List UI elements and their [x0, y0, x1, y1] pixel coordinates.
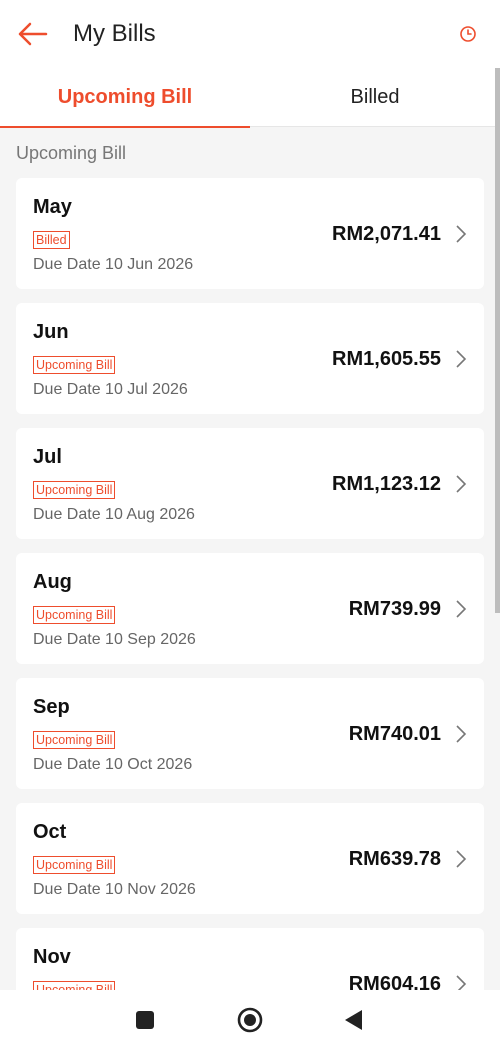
- bill-card[interactable]: Jul Upcoming Bill Due Date 10 Aug 2026 R…: [16, 428, 484, 539]
- page-title: My Bills: [73, 20, 156, 47]
- bill-amount: RM1,605.55: [332, 348, 441, 370]
- chevron-right-icon: [456, 850, 467, 868]
- due-date: Due Date 10 Sep 2026: [33, 631, 196, 648]
- bill-month: Nov: [33, 946, 71, 968]
- status-badge: Upcoming Bill: [33, 356, 116, 374]
- bill-card[interactable]: Jun Upcoming Bill Due Date 10 Jul 2026 R…: [16, 303, 484, 414]
- tab-bar: Upcoming Bill Billed: [0, 68, 500, 128]
- square-icon[interactable]: [132, 1007, 158, 1033]
- section-title: Upcoming Bill: [16, 143, 127, 163]
- app-header: My Bills: [0, 0, 500, 68]
- bill-amount: RM739.99: [348, 598, 441, 620]
- bill-amount: RM2,071.41: [332, 223, 441, 245]
- bill-month: Aug: [33, 571, 72, 593]
- bill-month: Sep: [33, 696, 70, 718]
- tab-upcoming-bill[interactable]: Upcoming Bill: [0, 68, 250, 128]
- chevron-right-icon: [456, 725, 467, 743]
- chevron-right-icon: [456, 600, 467, 618]
- tab-label: Upcoming Bill: [57, 86, 193, 108]
- chevron-right-icon: [456, 975, 467, 990]
- due-date: Due Date 10 Jul 2026: [33, 381, 188, 398]
- clock-icon[interactable]: [458, 24, 478, 44]
- scrollbar[interactable]: [495, 68, 500, 613]
- chevron-right-icon: [456, 225, 467, 243]
- tab-billed[interactable]: Billed: [250, 68, 500, 127]
- bill-card[interactable]: Sep Upcoming Bill Due Date 10 Oct 2026 R…: [16, 678, 484, 789]
- arrow-left-icon[interactable]: [16, 18, 48, 50]
- status-badge: Upcoming Bill: [33, 856, 116, 874]
- due-date: Due Date 10 Nov 2026: [33, 881, 196, 898]
- status-badge: Upcoming Bill: [33, 606, 116, 624]
- tab-label: Billed: [350, 86, 400, 108]
- bill-card[interactable]: May Billed Due Date 10 Jun 2026 RM2,071.…: [16, 178, 484, 289]
- bill-amount: RM1,123.12: [332, 473, 441, 495]
- bill-card[interactable]: Nov Upcoming Bill RM604.16: [16, 928, 484, 990]
- bill-month: Jul: [33, 446, 62, 468]
- bill-list: May Billed Due Date 10 Jun 2026 RM2,071.…: [16, 178, 484, 990]
- due-date: Due Date 10 Jun 2026: [33, 256, 194, 273]
- bill-amount: RM604.16: [348, 973, 441, 990]
- system-nav-bar: [0, 990, 500, 1051]
- status-badge: Upcoming Bill: [33, 981, 116, 990]
- status-badge: Upcoming Bill: [33, 481, 116, 499]
- due-date: Due Date 10 Aug 2026: [33, 506, 195, 523]
- bill-amount: RM639.78: [348, 848, 441, 870]
- bill-month: May: [33, 196, 72, 218]
- status-badge: Upcoming Bill: [33, 731, 116, 749]
- bill-month: Oct: [33, 821, 67, 843]
- bill-card[interactable]: Oct Upcoming Bill Due Date 10 Nov 2026 R…: [16, 803, 484, 914]
- status-badge: Billed: [33, 231, 70, 249]
- bill-card[interactable]: Aug Upcoming Bill Due Date 10 Sep 2026 R…: [16, 553, 484, 664]
- chevron-right-icon: [456, 350, 467, 368]
- chevron-right-icon: [456, 475, 467, 493]
- due-date: Due Date 10 Oct 2026: [33, 756, 193, 773]
- bill-month: Jun: [33, 321, 69, 343]
- bill-amount: RM740.01: [348, 723, 441, 745]
- circle-icon[interactable]: [237, 1007, 263, 1033]
- triangle-back-icon[interactable]: [341, 1007, 367, 1033]
- active-tab-indicator: [0, 126, 250, 128]
